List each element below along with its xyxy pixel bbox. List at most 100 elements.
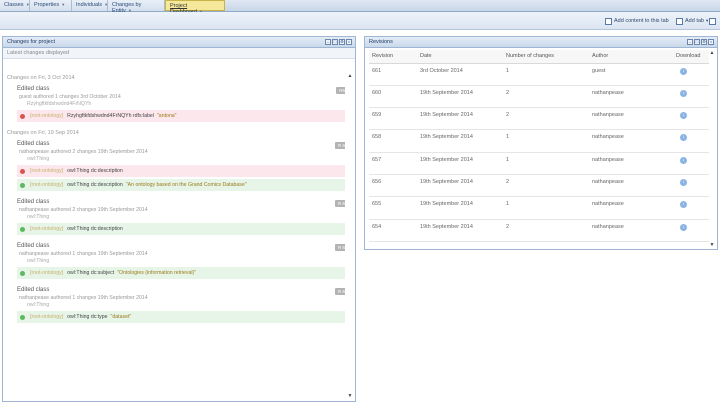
- minus-icon: [20, 113, 25, 119]
- axiom-value: "antona": [156, 113, 177, 119]
- ontology-label: [root-ontology]: [30, 113, 64, 119]
- minus-icon: [20, 168, 25, 174]
- arrow-down-icon[interactable]: ▼: [347, 393, 353, 399]
- changes-cell: 1: [503, 152, 589, 175]
- download-icon[interactable]: ↓: [680, 223, 687, 231]
- tab-properties[interactable]: Properties ▾: [30, 0, 72, 11]
- download-cell: ↓: [673, 107, 709, 131]
- download-cell: ↓: [673, 219, 709, 242]
- chevron-down-icon: ▾: [705, 18, 709, 23]
- download-icon[interactable]: ↓: [680, 178, 687, 186]
- revision-cell: 660: [369, 85, 417, 109]
- date-group-header[interactable]: Changes on Fri, 19 Sep 2014: [7, 130, 345, 136]
- revision-cell: 654: [369, 219, 417, 242]
- download-icon[interactable]: ↓: [680, 67, 687, 75]
- column-header[interactable]: Date: [417, 50, 503, 64]
- minimize-icon[interactable]: –: [687, 39, 693, 45]
- axiom-value: "dataset": [110, 314, 132, 320]
- add-tab-icon: [676, 17, 683, 25]
- revision-badge: R 659: [334, 200, 345, 207]
- chevron-down-icon[interactable]: ▾: [105, 2, 107, 7]
- tab-classes[interactable]: Classes ▾: [0, 0, 30, 11]
- download-icon[interactable]: ↓: [680, 201, 687, 209]
- revision-cell: 658: [369, 129, 417, 153]
- author-cell: nathanpease: [589, 129, 673, 153]
- column-header[interactable]: Number of changes: [503, 50, 589, 64]
- plus-icon: [20, 226, 25, 232]
- list-item: Edited class R 660 nathanpease authored 2 …: [17, 141, 345, 191]
- minimize-icon[interactable]: –: [325, 39, 331, 45]
- table-row: 654 19th September 2014 2 nathanpease ↓: [369, 219, 709, 242]
- revision-cell: 661: [369, 63, 417, 86]
- axiom-text: owl:Thing dc:description: [67, 168, 123, 174]
- close-icon[interactable]: ×: [708, 39, 714, 45]
- download-icon[interactable]: ↓: [680, 89, 687, 97]
- author-cell: nathanpease: [589, 196, 673, 220]
- arrow-down-icon[interactable]: ▼: [709, 242, 715, 248]
- list-item: Edited class R 659 nathanpease authored 2 …: [17, 199, 345, 235]
- changes-cell: 2: [503, 174, 589, 198]
- changes-cell: 1: [503, 63, 589, 86]
- entry-entity[interactable]: Rzyhgftkfdshwdnd4FrNQYh: [17, 101, 345, 108]
- revision-cell: 655: [369, 196, 417, 220]
- entry-entity[interactable]: owl:Thing: [17, 214, 345, 221]
- revision-badge: R 658: [334, 244, 345, 251]
- date-cell: 19th September 2014: [417, 152, 503, 175]
- add-tab-button[interactable]: Add tab ▾: [676, 16, 708, 26]
- axiom-text: owl:Thing dc:type: [67, 314, 108, 320]
- date-cell: 3rd October 2014: [417, 63, 503, 86]
- date-cell: 19th September 2014: [417, 196, 503, 220]
- panel-header: Revisions – □ ⚙ ×: [365, 37, 717, 48]
- help-button[interactable]: [709, 16, 718, 26]
- table-row: 661 3rd October 2014 1 guest ↓: [369, 63, 709, 86]
- author-cell: nathanpease: [589, 85, 673, 109]
- maximize-icon[interactable]: □: [332, 39, 338, 45]
- revision-cell: 659: [369, 107, 417, 131]
- table-row: 658 19th September 2014 1 nathanpease ↓: [369, 129, 709, 153]
- column-header[interactable]: Author: [589, 50, 673, 64]
- entry-title: Edited class: [17, 243, 50, 249]
- panel-title: Revisions: [369, 39, 393, 45]
- page-icon: [709, 17, 716, 25]
- changes-cell: 2: [503, 107, 589, 131]
- maximize-icon[interactable]: □: [694, 39, 700, 45]
- date-group-header[interactable]: Changes on Fri, 3 Oct 2014: [7, 75, 345, 81]
- download-icon[interactable]: ↓: [680, 134, 687, 142]
- added-axiom-row: [root-ontology] owl:Thing dc:subject "Onto…: [17, 267, 345, 279]
- tab-project-dashboard[interactable]: Project Dashboard▾: [165, 0, 225, 15]
- axiom-value: "An ontology based on the Grand Comics D…: [125, 182, 247, 188]
- scrollbar[interactable]: ▲ ▼: [347, 73, 353, 399]
- entry-entity[interactable]: owl:Thing: [17, 156, 345, 163]
- close-icon[interactable]: ×: [346, 39, 352, 45]
- arrow-up-icon[interactable]: ▲: [709, 50, 715, 56]
- removed-axiom-row: [root-ontology] owl:Thing dc:description: [17, 165, 345, 177]
- settings-icon[interactable]: ⚙: [701, 39, 707, 45]
- arrow-up-icon[interactable]: ▲: [347, 73, 353, 79]
- ontology-label: [root-ontology]: [30, 270, 64, 276]
- tab-individuals[interactable]: Individuals ▾: [72, 0, 108, 11]
- chevron-down-icon[interactable]: ▾: [27, 2, 29, 7]
- chevron-down-icon[interactable]: ▾: [62, 2, 64, 7]
- added-axiom-row: [root-ontology] owl:Thing dc:description: [17, 223, 345, 235]
- entry-entity[interactable]: owl:Thing: [17, 302, 345, 309]
- ontology-label: [root-ontology]: [30, 314, 64, 320]
- entry-title: Edited class: [17, 199, 50, 205]
- axiom-text: owl:Thing dc:description: [67, 226, 123, 232]
- table-row: 660 19th September 2014 2 nathanpease ↓: [369, 85, 709, 109]
- date-cell: 19th September 2014: [417, 107, 503, 131]
- column-header[interactable]: Revision: [369, 50, 417, 64]
- column-header[interactable]: Download: [673, 50, 709, 64]
- plus-icon: [20, 270, 25, 276]
- add-tab-label: Add tab: [685, 18, 704, 24]
- download-icon[interactable]: ↓: [680, 156, 687, 164]
- entry-meta: guest authored 1 changes 3rd October 201…: [19, 94, 121, 100]
- add-content-button[interactable]: Add content to this tab: [605, 16, 669, 26]
- download-icon[interactable]: ↓: [680, 112, 687, 120]
- tab-changes-by-entity[interactable]: Changes by Entity ▾: [108, 0, 165, 14]
- date-cell: 19th September 2014: [417, 129, 503, 153]
- scrollbar[interactable]: ▲ ▼: [709, 50, 715, 248]
- entry-entity[interactable]: owl:Thing: [17, 258, 345, 265]
- settings-icon[interactable]: ⚙: [339, 39, 345, 45]
- date-cell: 19th September 2014: [417, 85, 503, 109]
- entry-meta: nathanpease authored 2 changes 19th Sept…: [19, 149, 148, 155]
